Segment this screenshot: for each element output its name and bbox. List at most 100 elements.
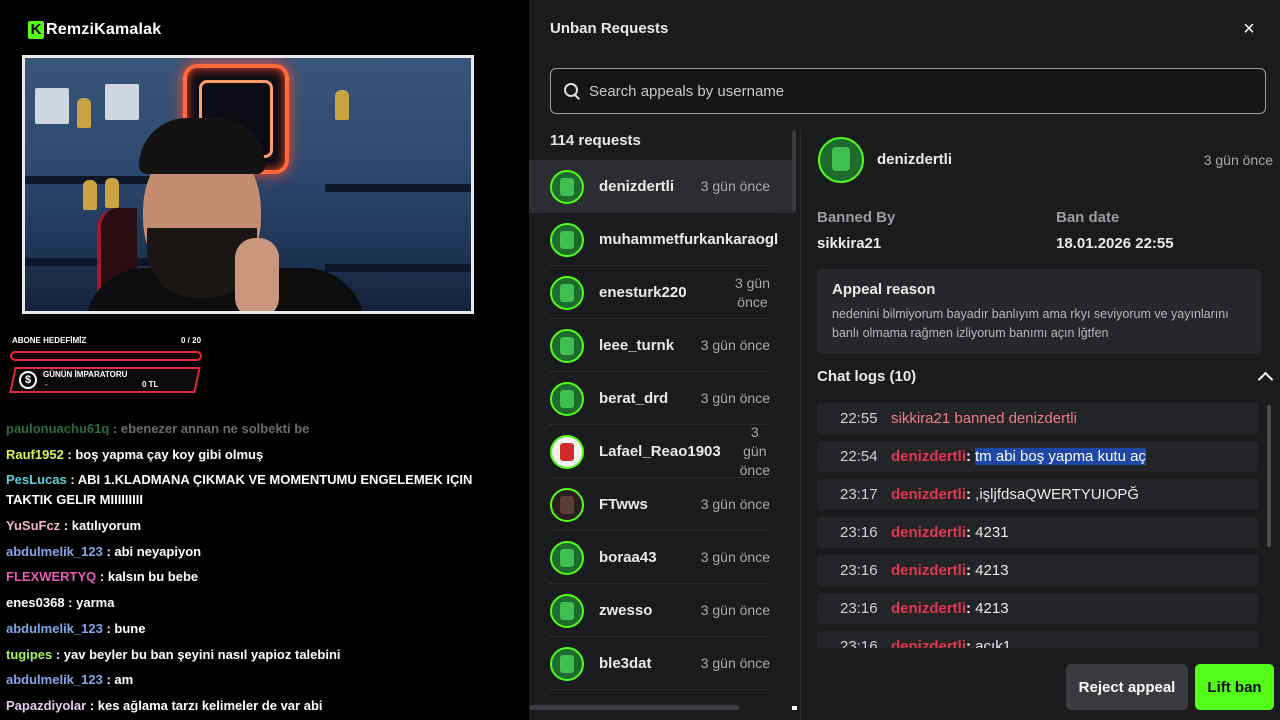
dollar-coin-icon: $: [19, 371, 37, 389]
chat-message: Papazdiyolar : kes ağlama tarzı kelimele…: [6, 696, 506, 716]
request-row[interactable]: zwesso 3 gün önce: [529, 584, 796, 637]
user-avatar: [550, 381, 584, 416]
channel-brand: K RemziKamalak: [28, 21, 161, 39]
chat-log-entry: 23:16 denizdertli: 4231: [817, 517, 1258, 548]
chat-text: : yav beyler bu ban şeyini nasıl yapioz …: [52, 646, 341, 662]
chat-message: abdulmelik_123 : bune: [6, 619, 506, 639]
chat-username[interactable]: tugipes: [6, 647, 52, 662]
screen: K RemziKamalak ABONE HEDEFİMİZ 0 / 20 $ …: [0, 0, 1280, 720]
chat-message: YuSuFcz : katılıyorum: [6, 516, 506, 536]
request-row[interactable]: FTwws 3 gün önce: [529, 478, 796, 531]
log-time: 23:17: [840, 486, 878, 503]
request-row[interactable]: ble3dat 3 gün önce: [529, 637, 796, 690]
chat-log-entry: 22:54 denizdertli: tm abi boş yapma kutu a…: [817, 441, 1258, 472]
banned-by-value: sikkira21: [817, 235, 882, 252]
chat-username[interactable]: abdulmelik_123: [6, 672, 103, 687]
list-scrollbar[interactable]: [792, 130, 796, 210]
request-time: 3 gün önce: [700, 178, 770, 194]
user-avatar: [550, 328, 584, 363]
request-username: ble3dat: [599, 655, 652, 672]
appeal-reason-title: Appeal reason: [832, 281, 936, 298]
chat-username[interactable]: FLEXWERTYQ: [6, 569, 96, 584]
user-avatar: [550, 222, 584, 257]
horizontal-scrollbar[interactable]: [529, 705, 739, 710]
log-message: ,işljfdsaQWERTYUIOPĞ: [971, 486, 1140, 503]
trophy: [83, 180, 97, 210]
chat-username[interactable]: Rauf1952: [6, 447, 64, 462]
chat-message: tugipes : yav beyler bu ban şeyini nasıl…: [6, 645, 506, 665]
request-username: FTwws: [599, 496, 648, 513]
chat-message: enes0368 : yarma: [6, 593, 506, 613]
chat-username[interactable]: YuSuFcz: [6, 518, 60, 533]
chat-text: : yarma: [64, 595, 115, 611]
reject-appeal-button[interactable]: Reject appeal: [1066, 664, 1188, 710]
log-message: 4213: [971, 600, 1009, 617]
detail-username: denizdertli: [877, 151, 953, 168]
ban-date-value: 18.01.2026 22:55: [1056, 235, 1174, 252]
log-system-text: sikkira21 banned denizdertli: [891, 410, 1077, 427]
chat-message: abdulmelik_123 : am: [6, 670, 506, 690]
sub-goal-progress-bar: [10, 351, 202, 361]
chat-username[interactable]: PesLucas: [6, 472, 67, 487]
request-time: 3 gün önce: [734, 274, 770, 310]
log-username: denizdertli: [891, 448, 967, 465]
search-icon: [563, 82, 581, 100]
request-username: denizdertli: [599, 178, 675, 195]
kick-logo-icon: K: [28, 21, 44, 39]
log-time: 22:55: [840, 410, 878, 427]
request-row[interactable]: leee_turnk 3 gün önce: [529, 319, 796, 372]
user-avatar: [550, 275, 584, 310]
chat-message: Rauf1952 : boş yapma çay koy gibi olmuş: [6, 445, 506, 465]
close-icon[interactable]: ×: [1238, 18, 1260, 40]
log-message: açık1: [971, 638, 1012, 648]
request-list: denizdertli 3 gün önce muhammetfurkankarao…: [529, 160, 796, 705]
chat-log-entry: 23:16 denizdertli: 4213: [817, 593, 1258, 624]
request-username: leee_turnk: [599, 337, 675, 354]
request-row[interactable]: denizdertli 3 gün önce: [529, 160, 796, 213]
log-username: denizdertli: [891, 524, 967, 541]
log-message: 4213: [971, 562, 1009, 579]
chat-text: : katılıyorum: [60, 518, 142, 534]
logs-scrollbar[interactable]: [1267, 405, 1271, 547]
chat-log-entry: 22:55 sikkira21 banned denizdertli: [817, 403, 1258, 434]
chevron-up-icon[interactable]: [1256, 368, 1276, 386]
scrollbar-thumb[interactable]: [792, 706, 797, 710]
request-row[interactable]: enesturk220 3 gün önce: [529, 266, 796, 319]
chat-log-entry: 23:16 denizdertli: açık1: [817, 631, 1258, 648]
log-message: 4231: [971, 524, 1009, 541]
chat-text: : abi neyapiyon: [102, 543, 202, 559]
request-username: muhammetfurkankaraogl: [599, 231, 779, 248]
request-row[interactable]: berat_drd 3 gün önce: [529, 372, 796, 425]
top-donor-title: GÜNÜN İMPARATORU: [43, 370, 128, 379]
request-row[interactable]: muhammetfurkankaraogl: [529, 213, 796, 266]
log-time: 23:16: [840, 638, 878, 648]
log-username: denizdertli: [891, 600, 967, 617]
shelf: [325, 184, 471, 192]
chat-text: : am: [102, 672, 134, 688]
live-chat: paulonuachu61q : ebenezer annan ne solbe…: [6, 419, 506, 720]
appeal-reason-card: Appeal reason nedenini bilmiyorum bayadı…: [817, 269, 1261, 354]
request-row[interactable]: Lafael_Reao1903 3 gün önce: [529, 424, 796, 478]
request-row[interactable]: boraa43 3 gün önce: [529, 531, 796, 584]
chat-text: : ABI 1.KLADMANA ÇIKMAK VE MOMENTUMU ENG…: [6, 472, 473, 508]
chat-username[interactable]: paulonuachu61q: [6, 421, 109, 436]
request-time: 3 gün önce: [700, 549, 770, 565]
request-count: 114 requests: [550, 132, 641, 149]
chat-username[interactable]: Papazdiyolar: [6, 698, 86, 713]
request-username: enesturk220: [599, 284, 687, 301]
chat-text: : ebenezer annan ne solbekti be: [109, 421, 310, 436]
chat-message: FLEXWERTYQ : kalsın bu bebe: [6, 567, 506, 587]
chat-log-entry: 23:17 denizdertli: ,işljfdsaQWERTYUIOPĞ: [817, 479, 1258, 510]
channel-name: RemziKamalak: [46, 21, 162, 38]
search-bar[interactable]: [550, 68, 1266, 114]
chat-username[interactable]: enes0368: [6, 595, 65, 610]
search-input[interactable]: [589, 82, 1249, 100]
user-avatar: [550, 487, 584, 522]
chat-username[interactable]: abdulmelik_123: [6, 544, 103, 559]
chat-username[interactable]: abdulmelik_123: [6, 621, 103, 636]
unban-requests-panel: Unban Requests × 114 requests denizdertl…: [529, 0, 1280, 720]
log-username: denizdertli: [891, 562, 967, 579]
lift-ban-button[interactable]: Lift ban: [1195, 664, 1274, 710]
log-username: denizdertli: [891, 638, 967, 648]
request-username: boraa43: [599, 549, 657, 566]
